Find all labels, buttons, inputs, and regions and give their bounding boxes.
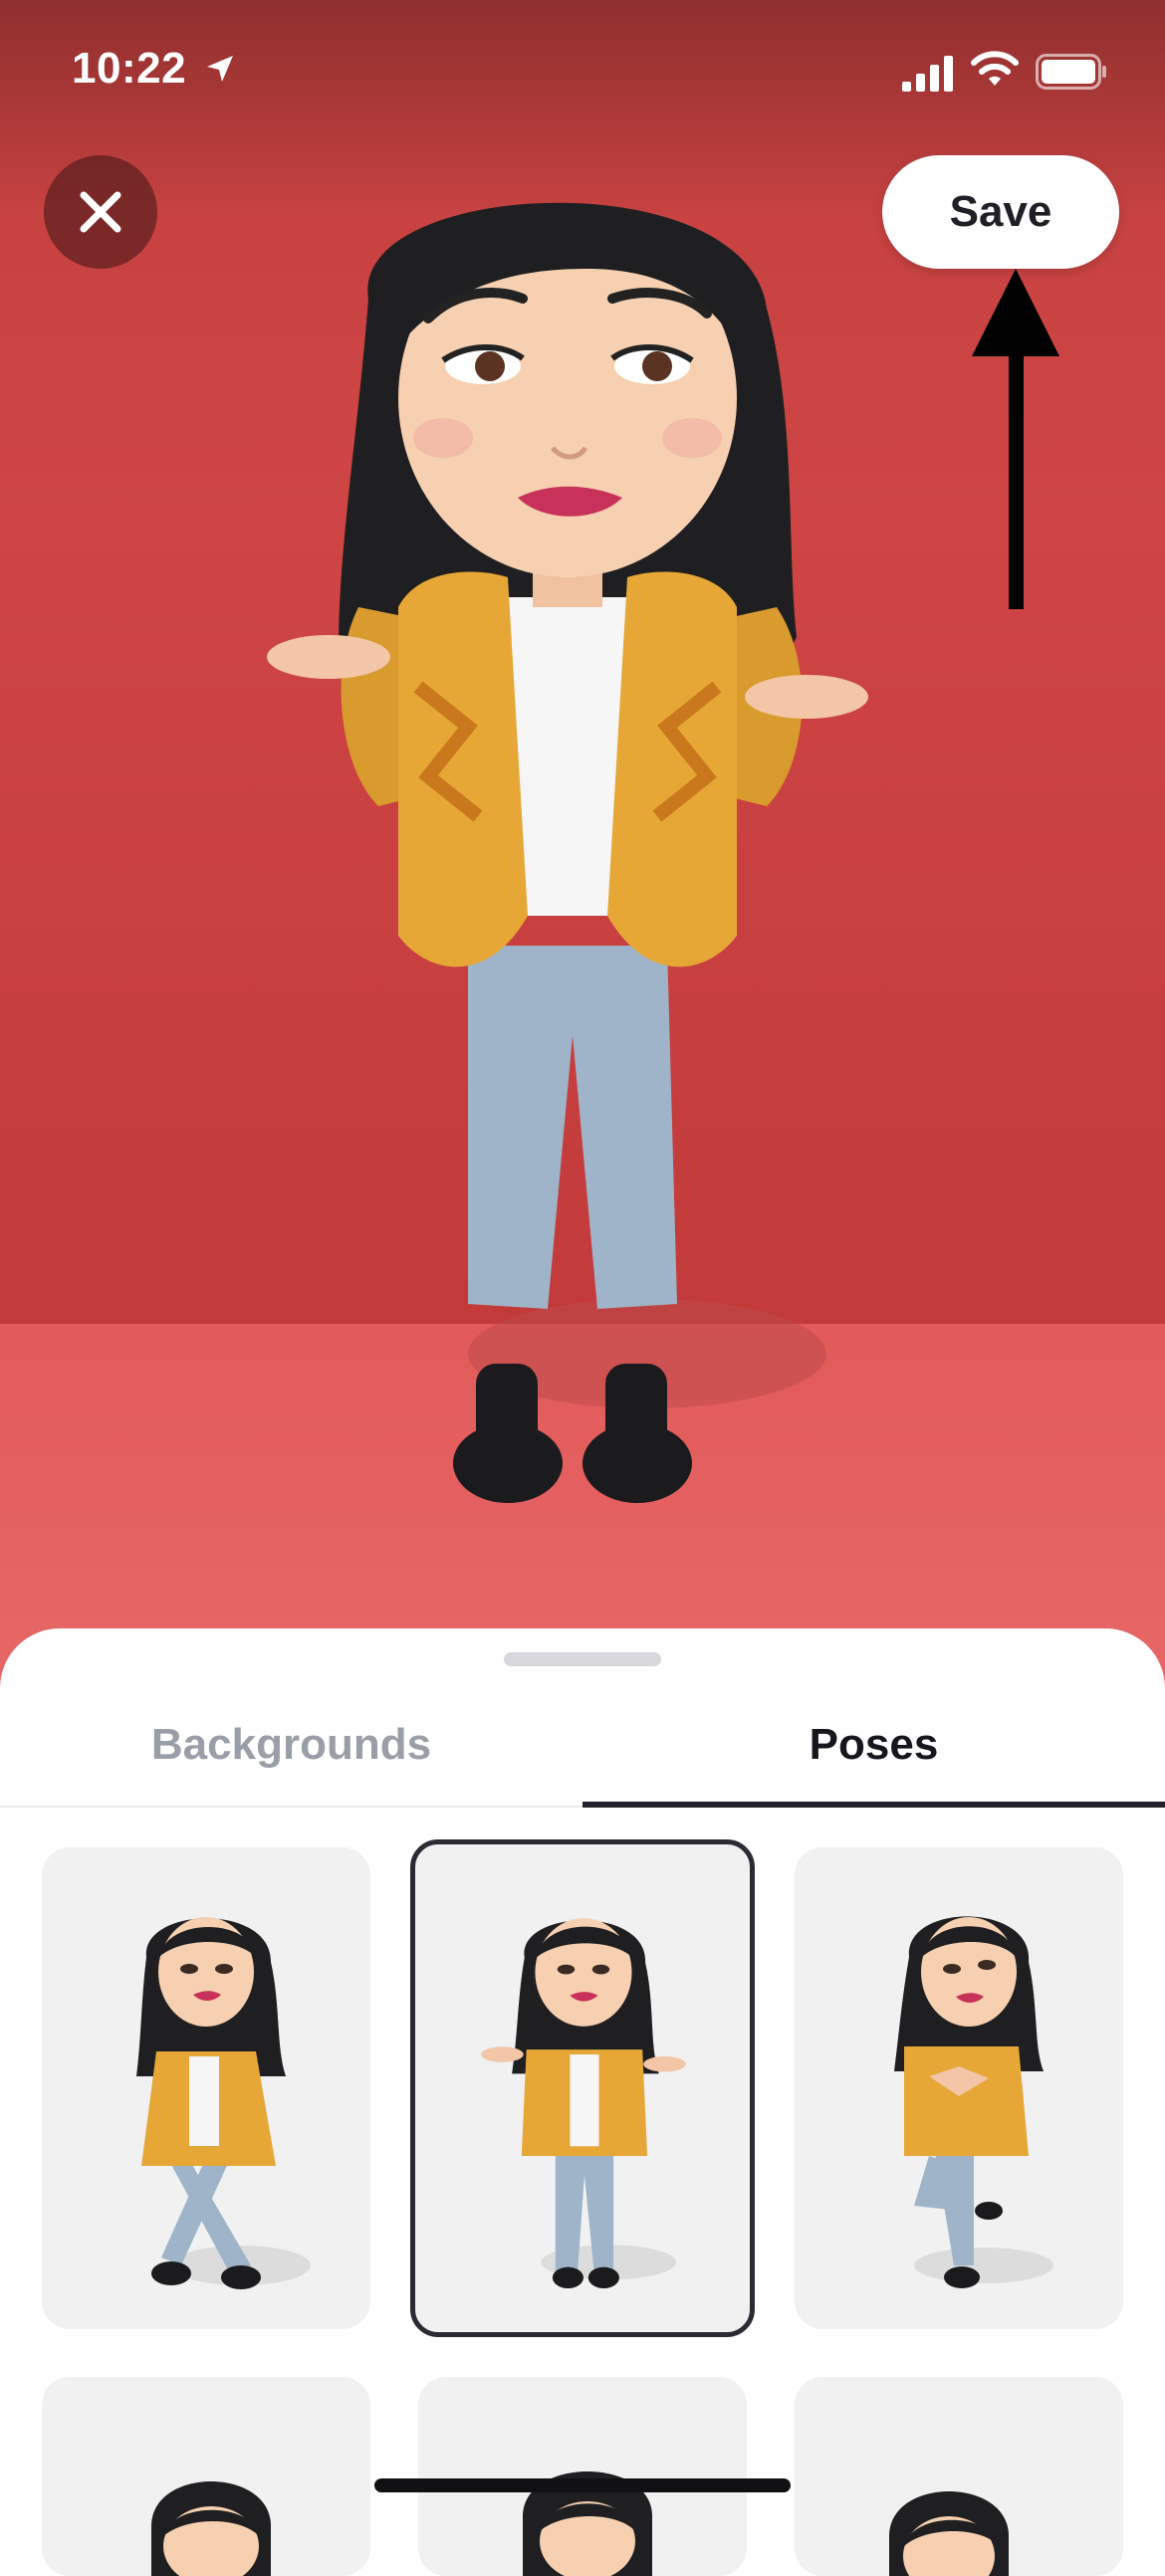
pose-thumbnail-4[interactable] [42,2377,370,2576]
battery-icon [1036,54,1106,90]
tab-selected-indicator [582,1802,1165,1808]
pose-thumbnail-shrug-selected[interactable] [410,1839,755,2337]
tab-poses[interactable]: Poses [582,1708,1165,1782]
pose-thumbnail-heart-hands[interactable] [795,1847,1123,2329]
pose-thumbnail-5[interactable] [418,2377,747,2576]
annotation-arrow [972,269,1059,609]
avatar-thumbnail [151,2481,271,2576]
avatar-thumbnail [481,1918,686,2289]
avatar-thumbnail [894,1916,1053,2288]
location-arrow-icon [207,56,233,82]
home-indicator [374,2478,791,2492]
avatar-thumbnail [136,1917,311,2289]
close-icon [80,191,121,233]
pose-thumbnail-6[interactable] [795,2377,1123,2576]
close-button[interactable] [44,155,157,269]
avatar-thumbnail [889,2491,1009,2576]
cellular-signal-icon [902,56,953,92]
pose-thumbnail-crossed-legs[interactable] [42,1847,370,2329]
status-time: 10:22 [72,44,187,93]
avatar-figure [267,202,868,1503]
avatar-thumbnail [523,2471,652,2576]
wifi-icon [971,51,1019,86]
sheet-grabber[interactable] [504,1652,661,1666]
save-button[interactable]: Save [882,155,1119,269]
tab-backgrounds[interactable]: Backgrounds [0,1708,582,1782]
